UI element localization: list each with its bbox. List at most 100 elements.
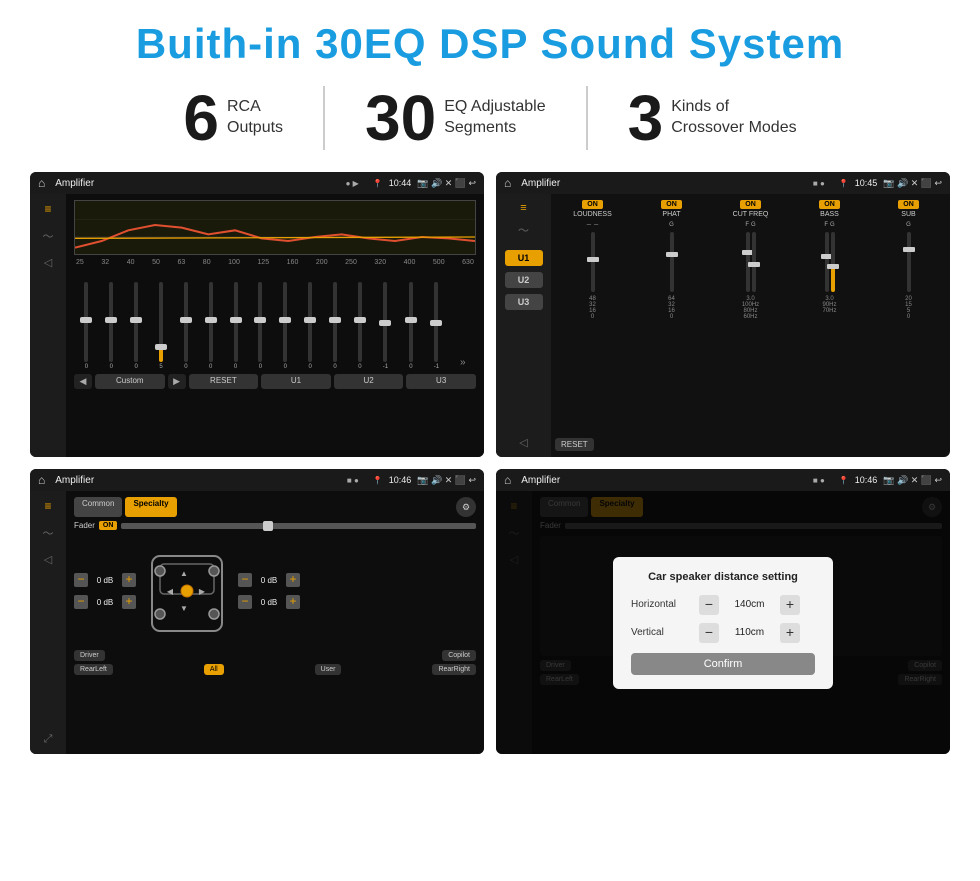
screen2-status-icons: 📷 🔊 ✕ ⬛ ↩ <box>883 178 942 189</box>
wave-icon-3[interactable]: 〜 <box>43 525 54 541</box>
u2-button[interactable]: U2 <box>334 374 404 389</box>
screen3-speaker: ⌂ Amplifier ■ ● 📍 10:46 📷 🔊 ✕ ⬛ ↩ ≡ 〜 ◁ … <box>30 469 484 754</box>
db-minus-tl[interactable]: − <box>74 573 88 587</box>
dialog-title: Car speaker distance setting <box>631 571 815 583</box>
screen1-content: ≡ 〜 ◁ <box>30 194 484 457</box>
svg-text:▲: ▲ <box>180 569 188 578</box>
screen1-main: 253240506380100125160200250320400500630 … <box>66 194 484 457</box>
u1-button[interactable]: U1 <box>261 374 331 389</box>
eq-slider-14: 0 <box>409 282 413 370</box>
channel-cutfreq: ON CUT FREQ FG 3.0100H <box>713 200 788 431</box>
confirm-button[interactable]: Confirm <box>631 653 815 675</box>
driver-btn[interactable]: Driver <box>74 650 105 661</box>
screen4-distance: ⌂ Amplifier ■ ● 📍 10:46 📷 🔊 ✕ ⬛ ↩ ≡ 〜 ◁ … <box>496 469 950 754</box>
eq-slider-3: 0 <box>134 282 138 370</box>
user-btn[interactable]: User <box>315 664 342 675</box>
tab-specialty[interactable]: Specialty <box>125 497 176 517</box>
copilot-btn[interactable]: Copilot <box>442 650 476 661</box>
car-diagram: ▲ ▼ ◀ ▶ <box>142 536 232 646</box>
bass-slider-g[interactable] <box>831 232 835 292</box>
custom-preset-button[interactable]: Custom <box>95 374 165 389</box>
u3-button[interactable]: U3 <box>406 374 476 389</box>
rear-left-btn[interactable]: RearLeft <box>74 664 113 675</box>
loudness-vals: 4832160 <box>589 296 596 320</box>
cutfreq-vals: 3.0100Hz80Hz60Hz <box>742 296 759 320</box>
eq-icon-2[interactable]: ≡ <box>520 202 526 214</box>
tab-common[interactable]: Common <box>74 497 122 517</box>
bass-on-btn[interactable]: ON <box>819 200 840 209</box>
eq-graph <box>74 200 476 255</box>
bass-slider-f[interactable] <box>825 232 829 292</box>
reset-button[interactable]: RESET <box>189 374 259 389</box>
loudness-slider[interactable] <box>591 232 595 292</box>
db-minus-tr[interactable]: − <box>238 573 252 587</box>
screen1-time: 10:44 <box>389 178 412 188</box>
db-plus-tr[interactable]: + <box>286 573 300 587</box>
fader-slider[interactable] <box>121 523 476 529</box>
phat-on-btn[interactable]: ON <box>661 200 682 209</box>
db-minus-br[interactable]: − <box>238 595 252 609</box>
loudness-on-btn[interactable]: ON <box>582 200 603 209</box>
vertical-plus-btn[interactable]: + <box>780 623 800 643</box>
screen1-status-bar: ⌂ Amplifier ● ▶ 📍 10:44 📷 🔊 ✕ ⬛ ↩ <box>30 172 484 194</box>
home-icon[interactable]: ⌂ <box>38 176 45 190</box>
channel-phat: ON PHAT G 6432160 <box>634 200 709 431</box>
fader-middle-space <box>243 650 303 661</box>
cutfreq-dual-slider <box>746 228 756 296</box>
horizontal-value: 140cm <box>727 599 772 610</box>
page-title: Buith-in 30EQ DSP Sound System <box>30 20 950 68</box>
rear-right-btn[interactable]: RearRight <box>432 664 476 675</box>
stat-crossover: 3 Kinds ofCrossover Modes <box>588 86 837 150</box>
crossover-reset-btn[interactable]: RESET <box>555 438 594 451</box>
more-icon[interactable]: » <box>460 357 466 368</box>
u2-panel-button[interactable]: U2 <box>505 272 543 288</box>
cutfreq-on-btn[interactable]: ON <box>740 200 761 209</box>
dialog-vertical-row: Vertical − 110cm + <box>631 623 815 643</box>
prev-button[interactable]: ◀ <box>74 374 92 389</box>
u1-panel-button[interactable]: U1 <box>505 250 543 266</box>
horizontal-minus-btn[interactable]: − <box>699 595 719 615</box>
stat-rca: 6 RCAOutputs <box>143 86 325 150</box>
home-icon-2[interactable]: ⌂ <box>504 176 511 190</box>
expand-icon-3[interactable]: ⤢ <box>44 733 53 746</box>
sub-slider[interactable] <box>907 232 911 292</box>
eq-slider-13: -1 <box>383 282 388 370</box>
next-button[interactable]: ▶ <box>168 374 186 389</box>
stat-rca-number: 6 <box>183 86 219 150</box>
eq-freq-labels: 253240506380100125160200250320400500630 <box>74 259 476 266</box>
screen3-sidebar: ≡ 〜 ◁ ⤢ <box>30 491 66 754</box>
settings-icon-3[interactable]: ⚙ <box>456 497 476 517</box>
screen1-eq: ⌂ Amplifier ● ▶ 📍 10:44 📷 🔊 ✕ ⬛ ↩ ≡ 〜 ◁ <box>30 172 484 457</box>
wave-icon-2[interactable]: 〜 <box>518 222 529 238</box>
all-btn[interactable]: All <box>204 664 224 675</box>
stat-eq: 30 EQ AdjustableSegments <box>325 86 588 150</box>
sub-on-btn[interactable]: ON <box>898 200 919 209</box>
eq-icon-3[interactable]: ≡ <box>44 499 51 513</box>
phat-slider[interactable] <box>670 232 674 292</box>
screen2-app-title: Amplifier <box>521 178 807 189</box>
fader-label: Fader <box>74 521 95 530</box>
db-plus-br[interactable]: + <box>286 595 300 609</box>
wave-icon[interactable]: 〜 <box>43 228 54 244</box>
screen3-bottom-btns: Driver Copilot <box>74 650 476 661</box>
eq-icon[interactable]: ≡ <box>44 202 51 216</box>
sub-label: SUB <box>901 211 915 218</box>
screen3-app-title: Amplifier <box>55 475 341 486</box>
fader-on-btn[interactable]: ON <box>99 521 118 530</box>
db-plus-tl[interactable]: + <box>122 573 136 587</box>
eq-sliders-row: 0 0 0 5 <box>74 270 476 370</box>
home-icon-4[interactable]: ⌂ <box>504 473 511 487</box>
horizontal-plus-btn[interactable]: + <box>780 595 800 615</box>
screen3-tabs: Common Specialty ⚙ <box>74 497 476 517</box>
speaker-icon[interactable]: ◁ <box>44 256 52 269</box>
db-plus-bl[interactable]: + <box>122 595 136 609</box>
speaker-icon-3[interactable]: ◁ <box>44 553 52 566</box>
u3-panel-button[interactable]: U3 <box>505 294 543 310</box>
vertical-minus-btn[interactable]: − <box>699 623 719 643</box>
vol-icon-2[interactable]: ◁ <box>519 436 527 449</box>
eq-slider-4: 5 <box>159 282 163 370</box>
db-val-br: 0 dB <box>255 598 283 607</box>
db-minus-bl[interactable]: − <box>74 595 88 609</box>
cutfreq-slider-g[interactable] <box>752 232 756 292</box>
home-icon-3[interactable]: ⌂ <box>38 473 45 487</box>
